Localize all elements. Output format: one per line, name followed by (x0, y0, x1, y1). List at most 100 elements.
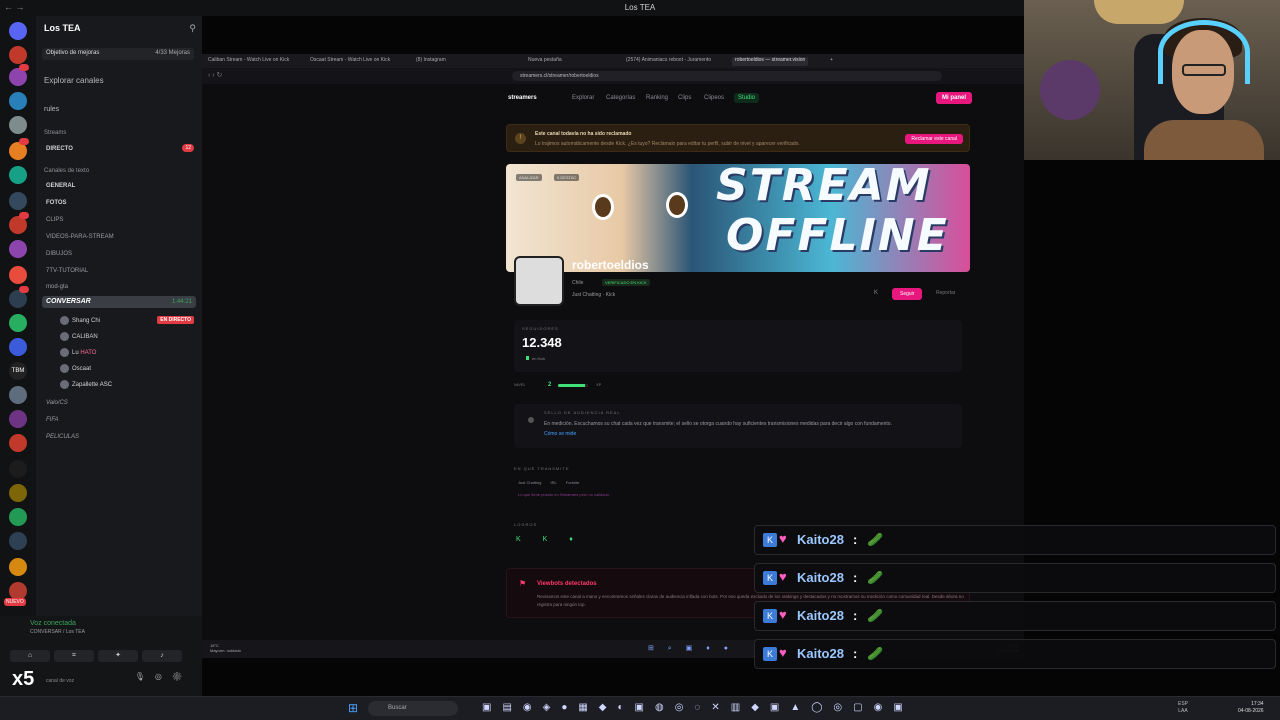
nav-clipeos[interactable]: Clipeos (704, 95, 724, 101)
profile-header: robertoeldios Chile VERIFICADO EN KICK J… (506, 252, 970, 306)
server-icon[interactable] (9, 532, 27, 550)
server-icon[interactable] (9, 558, 27, 576)
boost-goal[interactable]: Objetivo de mejoras 4/33 Mejoras (42, 48, 194, 60)
follow-button[interactable]: Seguir (892, 288, 923, 300)
taskbar-search[interactable]: Buscar (368, 701, 458, 716)
server-icon[interactable] (9, 434, 27, 452)
nav-categorias[interactable]: Categorías (606, 95, 635, 101)
nav-ranking[interactable]: Ranking (646, 95, 668, 101)
nav-clips[interactable]: Clips (678, 95, 691, 101)
server-icon[interactable] (9, 314, 27, 332)
taskbar-apps[interactable]: ▣▤◉◈●▦◆◐▣◍◎◌✕▥◆▣▲◯◎▢◉▣ (482, 702, 914, 713)
channel-sidebar: Los TEA ⚲ Objetivo de mejoras 4/33 Mejor… (36, 16, 202, 616)
site-logo[interactable]: streamers (508, 95, 537, 101)
nav-studio[interactable]: Studio (734, 93, 760, 103)
tab-active[interactable]: robertoeldios — streamer.vision (732, 57, 809, 66)
server-icon[interactable] (9, 116, 27, 134)
tag[interactable]: IRL (550, 480, 556, 485)
inner-taskbar-apps[interactable]: ⊞ ⌕ ▣ ♦ ● (648, 644, 734, 653)
channel-videos[interactable]: VIDEOS-PARA-STREAM (46, 234, 114, 240)
folder-icon[interactable] (9, 338, 27, 356)
server-icon[interactable] (9, 266, 27, 284)
avatar (60, 348, 69, 357)
explore-channels[interactable]: Explorar canales (44, 76, 104, 85)
new-tab-button[interactable]: + (830, 57, 833, 66)
voice-user[interactable]: Oscaat (60, 364, 91, 373)
voice-channel-peliculas[interactable]: PELICULAS (46, 434, 79, 440)
cover-chip: 0 DESTAC (554, 174, 580, 181)
tab[interactable]: Nueva pestaña (528, 57, 562, 66)
channel-general[interactable]: GENERAL (46, 183, 75, 189)
soundboard-button[interactable]: ♪ (142, 650, 182, 662)
windows-start-icon[interactable]: ⊞ (348, 702, 360, 714)
channel-clips[interactable]: CLIPS (46, 217, 63, 223)
server-icon[interactable] (9, 460, 27, 478)
claim-channel-button[interactable]: Reclamar este canal (905, 134, 963, 144)
background-figure (1040, 60, 1100, 120)
voice-user[interactable]: Shang Chi (60, 316, 100, 325)
server-icon[interactable] (9, 92, 27, 110)
voice-user[interactable]: Zapallette ASC (60, 380, 112, 389)
channel-fotos[interactable]: FOTOS (46, 200, 67, 206)
category-text[interactable]: Canales de texto (44, 168, 89, 174)
tab[interactable]: (8) Instagram (416, 57, 446, 66)
browser-tabs: Caliban Stream - Watch Live on Kick Osca… (202, 54, 1024, 68)
server-icon[interactable] (9, 166, 27, 184)
add-member-icon[interactable]: ⚲ (189, 23, 196, 34)
level-progress (558, 384, 588, 387)
my-panel-button[interactable]: Mi panel (935, 92, 972, 104)
tab[interactable]: Caliban Stream - Watch Live on Kick (208, 57, 289, 66)
voice-channel-name[interactable]: CONVERSAR / Los TEA (30, 629, 85, 635)
streamer-country: Chile (572, 280, 584, 286)
voice-channel-valo[interactable]: Valo/CS (46, 400, 68, 406)
followers-platform: en Kick (525, 356, 546, 361)
server-icon[interactable]: TBM (9, 362, 27, 380)
channel-tutorial[interactable]: 7TV-TUTORIAL (46, 268, 88, 274)
self-status: canal de voz (46, 678, 75, 684)
category-streams[interactable]: Streams (44, 130, 66, 136)
server-icon[interactable] (9, 46, 27, 64)
server-icon[interactable] (9, 240, 27, 258)
tag[interactable]: Fortnite (566, 480, 580, 485)
voice-channel-conversar[interactable]: CONVERSAR 1:44:21 (42, 296, 196, 308)
server-icon[interactable] (9, 410, 27, 428)
chat-emote: 🥒 (867, 532, 884, 547)
server-icon[interactable] (9, 386, 27, 404)
seal-how-link[interactable]: Cómo se mide (544, 431, 576, 437)
tab[interactable]: (2574) Animaniacs reboot - Juramento (626, 57, 711, 66)
channel-directo[interactable]: DIRECTO (46, 146, 73, 152)
kick-icon: K (763, 647, 777, 661)
kick-icon[interactable]: K (874, 290, 878, 296)
followers-card: SEGUIDORES 12.348 en Kick (514, 320, 962, 372)
server-name[interactable]: Los TEA (44, 23, 81, 33)
screen-share-button[interactable]: ⌗ (54, 650, 94, 662)
url-field[interactable]: streamers.cl/streamer/robertoeldios (512, 71, 942, 81)
discord-home-icon[interactable] (9, 22, 27, 40)
tag[interactable]: Just Chatting (518, 480, 541, 485)
voice-channel-fifa[interactable]: FIFA (46, 417, 59, 423)
channel-rules[interactable]: rules (44, 106, 59, 113)
server-icon[interactable] (9, 192, 27, 210)
taskbar-clock[interactable]: 17:34 04-08-2026 (1238, 701, 1264, 715)
nav-arrows-icon[interactable]: ‹ › ↻ (208, 71, 222, 79)
chat-message: K ♥ Kaito28 : 🥒 (754, 525, 1276, 555)
report-button[interactable]: Reportar (936, 290, 955, 296)
server-icon[interactable] (9, 508, 27, 526)
nav-explorar[interactable]: Explorar (572, 95, 594, 101)
voice-user[interactable]: CALIBAN (60, 332, 98, 341)
server-icon[interactable] (9, 484, 27, 502)
weather-widget[interactable]: 18°C Mayorm. nublado (210, 643, 241, 653)
language-indicator[interactable]: ESP LAA (1178, 701, 1188, 715)
chat-message: K ♥ Kaito28 : 🥒 (754, 639, 1276, 669)
camera-button[interactable]: ⌂ (10, 650, 50, 662)
channel-mod-gta[interactable]: mod-gta (46, 284, 68, 290)
achievement-icons: K K ♦ (516, 536, 583, 543)
level-label: NIVEL (514, 382, 526, 387)
channel-dibujos[interactable]: DIBUJOS (46, 251, 72, 257)
streamer-shirt (1144, 120, 1264, 160)
activity-button[interactable]: ✦ (98, 650, 138, 662)
voice-user[interactable]: Lu HATO (60, 348, 96, 357)
tab[interactable]: Oscaat Stream - Watch Live on Kick (310, 57, 390, 66)
background-item (1094, 0, 1184, 24)
audio-controls[interactable]: 🎙◎⚙ (135, 672, 192, 681)
